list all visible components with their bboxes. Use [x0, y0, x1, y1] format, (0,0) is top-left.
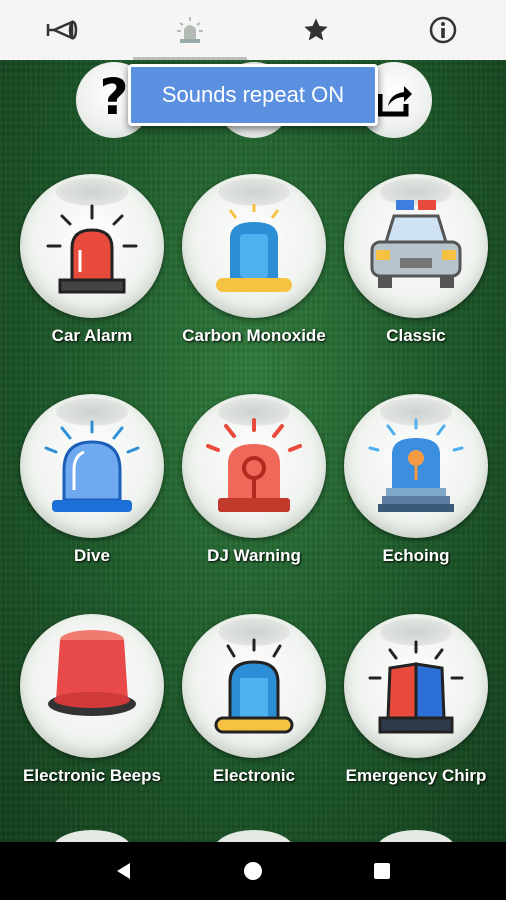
horn-icon	[47, 20, 78, 40]
sound-item-echoing[interactable]: Echoing	[335, 394, 497, 614]
sound-item-emergency-chirp[interactable]: Emergency Chirp	[335, 614, 497, 834]
siren-icon	[176, 17, 203, 43]
sound-item-dj-warning[interactable]: DJ Warning	[173, 394, 335, 614]
blue-bulb-light-icon	[368, 418, 464, 512]
share-icon	[377, 86, 412, 117]
repeat-toast: Sounds repeat ON	[128, 64, 378, 126]
sound-button[interactable]	[182, 614, 326, 758]
info-icon	[429, 16, 456, 44]
help-icon: ?	[99, 68, 129, 126]
sound-label: Echoing	[382, 546, 450, 565]
sound-button[interactable]	[182, 394, 326, 538]
recents-button[interactable]	[352, 851, 412, 891]
system-nav-bar	[0, 842, 506, 900]
sound-label: Classic	[386, 326, 446, 345]
blue-siren-light-icon	[216, 204, 292, 292]
sound-label: Emergency Chirp	[345, 766, 487, 785]
recents-icon	[373, 863, 390, 879]
sound-button[interactable]	[344, 614, 488, 758]
sound-label: DJ Warning	[207, 546, 301, 565]
sound-item-dive[interactable]: Dive	[11, 394, 173, 614]
red-beacon-icon	[48, 630, 136, 716]
sound-item-carbon-monoxide[interactable]: Carbon Monoxide	[173, 174, 335, 394]
tab-sirens[interactable]	[127, 0, 254, 60]
sound-button[interactable]	[20, 394, 164, 538]
sound-button[interactable]	[182, 174, 326, 318]
police-car-icon	[370, 200, 462, 288]
back-button[interactable]	[94, 851, 154, 891]
sound-label: Dive	[74, 546, 110, 565]
home-icon	[243, 862, 262, 880]
sound-button[interactable]	[344, 394, 488, 538]
sound-grid-area: ? Sounds repeat ON Car Alarm Carbon Mono…	[0, 60, 506, 842]
sound-item-car-alarm[interactable]: Car Alarm	[11, 174, 173, 394]
sound-label: Electronic Beeps	[23, 766, 161, 785]
red-warning-light-icon	[206, 418, 302, 512]
tab-info[interactable]	[380, 0, 506, 60]
home-button[interactable]	[223, 851, 283, 891]
sound-button[interactable]	[20, 174, 164, 318]
blue-siren-light-icon	[214, 638, 294, 734]
top-tab-bar	[0, 0, 506, 60]
sound-label: Car Alarm	[51, 326, 133, 345]
sound-label: Carbon Monoxide	[182, 326, 326, 345]
tab-favorites[interactable]	[253, 0, 380, 60]
red-blue-lightbar-icon	[368, 640, 464, 734]
sound-item-classic[interactable]: Classic	[335, 174, 497, 394]
sound-button[interactable]	[20, 614, 164, 758]
red-siren-light-icon	[46, 204, 138, 294]
sound-item-electronic[interactable]: Electronic	[173, 614, 335, 834]
sound-item-electronic-beeps[interactable]: Electronic Beeps	[11, 614, 173, 834]
tab-horns[interactable]	[0, 0, 127, 60]
sound-label: Electronic	[212, 766, 296, 785]
toast-text: Sounds repeat ON	[161, 82, 345, 107]
sound-button[interactable]	[344, 174, 488, 318]
blue-dome-light-icon	[44, 420, 140, 512]
back-icon	[117, 863, 131, 879]
star-icon	[304, 18, 328, 41]
